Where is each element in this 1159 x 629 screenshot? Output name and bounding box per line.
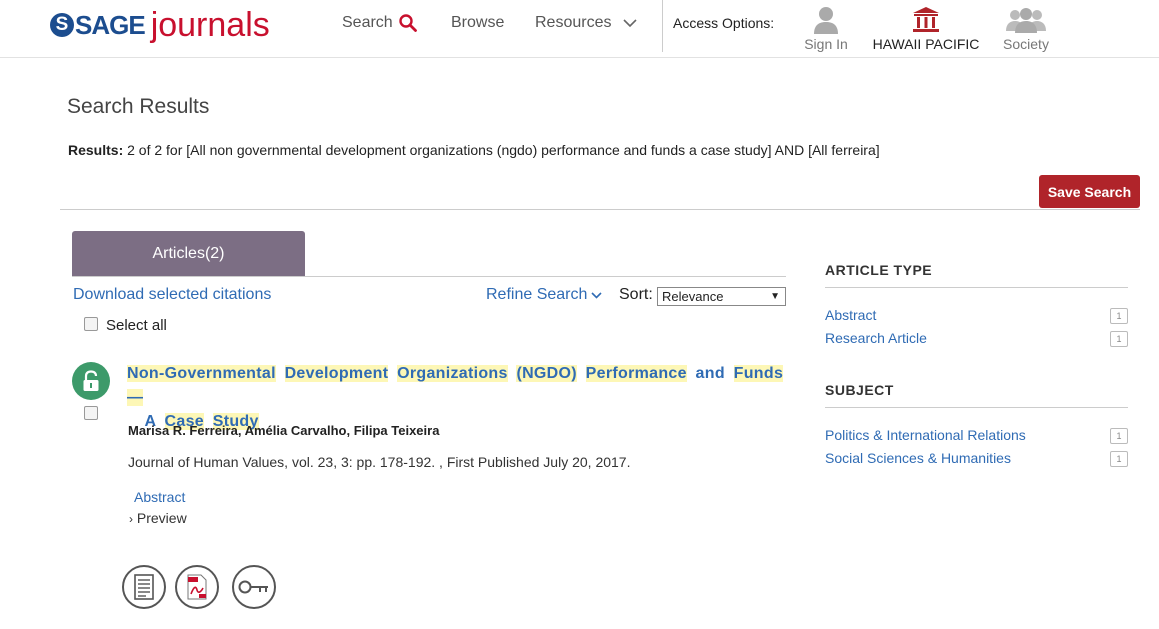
tab-articles[interactable]: Articles(2) xyxy=(72,231,305,276)
title-word: Development xyxy=(284,365,389,382)
results-summary-text: 2 of 2 for [All non governmental develop… xyxy=(123,142,880,158)
facet-heading-article-type: ARTICLE TYPE xyxy=(825,262,933,278)
nav-divider xyxy=(662,0,663,52)
facet-item-research-article[interactable]: Research Article 1 xyxy=(825,330,1128,347)
title-word: Organizations xyxy=(397,365,508,382)
institution-access[interactable]: HAWAII PACIFIC xyxy=(870,4,982,52)
sage-journals-logo[interactable]: S SAGE journals xyxy=(50,5,270,45)
title-word: (NGDO) xyxy=(516,365,577,382)
logo-mark: S xyxy=(50,13,74,37)
preview-toggle[interactable]: › Preview xyxy=(129,510,187,526)
full-text-button[interactable] xyxy=(122,565,166,609)
sort-select-value: Relevance xyxy=(662,289,724,304)
logo-brand: SAGE xyxy=(75,9,146,40)
sort-label: Sort: xyxy=(619,286,653,303)
facet-count-badge: 1 xyxy=(1110,308,1128,324)
access-options-label: Access Options: xyxy=(673,15,775,31)
tab-divider xyxy=(72,276,786,277)
download-citations-link[interactable]: Download selected citations xyxy=(73,286,271,304)
institution-label: HAWAII PACIFIC xyxy=(872,36,980,52)
sign-in-button[interactable]: Sign In xyxy=(800,4,852,52)
title-word: Performance xyxy=(585,365,687,382)
search-icon xyxy=(399,14,417,32)
nav-resources-label: Resources xyxy=(535,14,612,31)
abstract-link[interactable]: Abstract xyxy=(134,489,185,505)
unlocked-icon xyxy=(83,370,99,391)
nav-search[interactable]: Search xyxy=(342,14,417,32)
facet-item-social-sciences[interactable]: Social Sciences & Humanities 1 xyxy=(825,450,1128,467)
group-icon xyxy=(1006,8,1046,33)
society-label: Society xyxy=(1003,36,1049,52)
refine-search-toggle[interactable]: Refine Search xyxy=(486,286,602,304)
facet-item-abstract[interactable]: Abstract 1 xyxy=(825,307,1128,324)
chevron-right-icon: › xyxy=(129,512,133,526)
facet-count-badge: 1 xyxy=(1110,331,1128,347)
result-authors: Marisa R. Ferreira, Amélia Carvalho, Fil… xyxy=(128,423,440,438)
open-access-badge xyxy=(72,362,110,400)
nav-browse-label: Browse xyxy=(451,14,505,31)
result-select-checkbox[interactable] xyxy=(84,406,98,420)
save-search-button[interactable]: Save Search xyxy=(1039,175,1140,208)
facet-item-label: Abstract xyxy=(825,307,877,323)
facet-item-label: Social Sciences & Humanities xyxy=(825,450,1011,466)
nav-search-label: Search xyxy=(342,14,393,31)
institution-icon xyxy=(913,7,939,32)
site-header: S SAGE journals Search Browse Resources … xyxy=(0,0,1159,58)
key-icon xyxy=(238,580,268,594)
select-all-label: Select all xyxy=(106,317,167,334)
author-link[interactable]: Amélia Carvalho xyxy=(245,423,347,438)
chevron-down-icon xyxy=(623,19,638,28)
facet-count-badge: 1 xyxy=(1110,451,1128,467)
facet-heading-subject: SUBJECT xyxy=(825,382,894,398)
results-summary-label: Results: xyxy=(68,142,124,158)
page-title: Search Results xyxy=(67,95,210,118)
result-citation: Journal of Human Values, vol. 23, 3: pp.… xyxy=(128,454,631,470)
facet-item-politics[interactable]: Politics & International Relations 1 xyxy=(825,427,1128,444)
results-summary: Results: 2 of 2 for [All non governmenta… xyxy=(68,142,880,158)
dropdown-arrow-icon: ▼ xyxy=(770,291,780,302)
chevron-down-icon xyxy=(591,292,602,299)
select-all-checkbox[interactable] xyxy=(84,317,98,331)
pdf-icon xyxy=(187,574,207,600)
logo-product: journals xyxy=(150,5,270,44)
preview-label: Preview xyxy=(136,510,187,526)
facet-divider xyxy=(825,287,1128,288)
permissions-button[interactable] xyxy=(232,565,276,609)
user-icon xyxy=(814,7,838,34)
sort-select[interactable]: Relevance ▼ xyxy=(657,287,786,306)
nav-resources[interactable]: Resources xyxy=(535,14,638,32)
nav-browse[interactable]: Browse xyxy=(451,14,504,32)
facet-item-label: Politics & International Relations xyxy=(825,427,1026,443)
title-word: Non-Governmental xyxy=(127,365,276,382)
title-word: and xyxy=(695,365,725,382)
society-access[interactable]: Society xyxy=(1000,4,1052,52)
sign-in-label: Sign In xyxy=(804,36,848,52)
full-text-icon xyxy=(134,574,154,600)
facet-count-badge: 1 xyxy=(1110,428,1128,444)
divider xyxy=(60,209,1140,210)
facet-item-label: Research Article xyxy=(825,330,927,346)
pdf-button[interactable] xyxy=(175,565,219,609)
author-link[interactable]: Filipa Teixeira xyxy=(354,423,440,438)
facet-divider xyxy=(825,407,1128,408)
refine-search-label: Refine Search xyxy=(486,286,588,303)
author-link[interactable]: Marisa R. Ferreira xyxy=(128,423,238,438)
